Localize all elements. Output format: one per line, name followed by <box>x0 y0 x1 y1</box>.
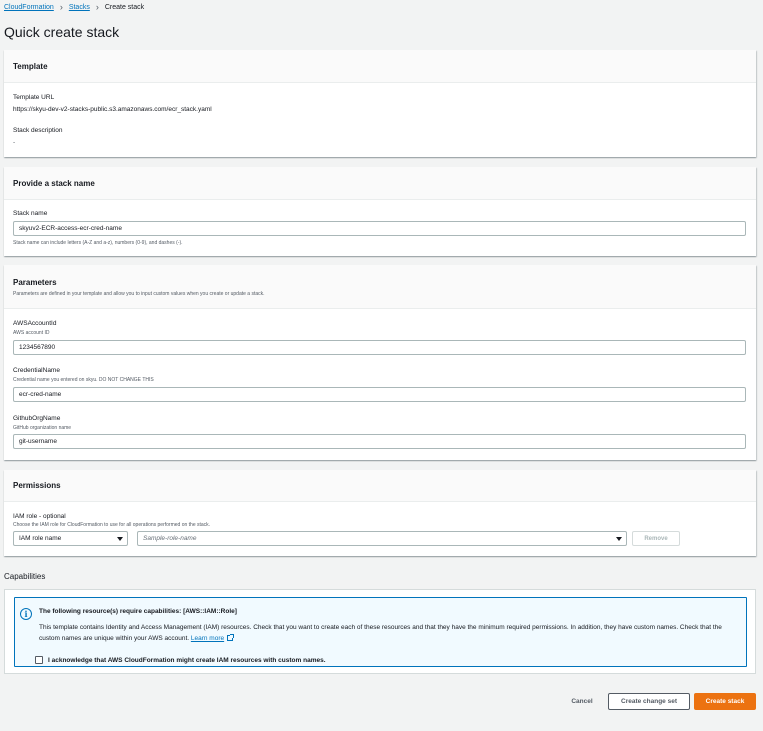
permissions-heading: Permissions <box>13 481 61 490</box>
iam-role-sublabel: Choose the IAM role for CloudFormation t… <box>13 522 211 528</box>
iam-role-name-select[interactable]: Sample-role-name <box>137 531 627 546</box>
acknowledge-checkbox[interactable] <box>35 656 43 664</box>
capabilities-panel: i The following resource(s) require capa… <box>4 589 756 674</box>
create-stack-button[interactable]: Create stack <box>694 693 756 710</box>
stack-name-panel: Provide a stack name Stack name skyuv2-E… <box>4 167 756 256</box>
breadcrumb: CloudFormation › Stacks › Create stack <box>4 2 145 12</box>
caret-down-icon <box>117 537 123 541</box>
github-org-name-input[interactable]: git-username <box>13 434 746 449</box>
caret-down-icon <box>616 537 622 541</box>
acknowledge-row[interactable]: I acknowledge that AWS CloudFormation mi… <box>35 656 326 664</box>
alert-body: This template contains Identity and Acce… <box>39 622 744 644</box>
template-url-label: Template URL <box>13 94 55 101</box>
stack-name-input[interactable]: skyuv2-ECR-access-ecr-cred-name <box>13 221 746 236</box>
breadcrumb-current: Create stack <box>104 4 145 11</box>
chevron-right-icon: › <box>59 2 63 12</box>
iam-role-name-placeholder: Sample-role-name <box>143 535 197 542</box>
template-panel: Template Template URL https://skyu-dev-v… <box>4 50 756 157</box>
remove-button[interactable]: Remove <box>632 531 680 546</box>
cancel-button[interactable]: Cancel <box>560 693 604 710</box>
credential-name-input[interactable]: ecr-cred-name <box>13 387 746 402</box>
iam-role-type-select[interactable]: IAM role name <box>13 531 128 546</box>
external-link-icon <box>227 634 235 641</box>
capabilities-alert: i The following resource(s) require capa… <box>14 597 747 667</box>
stack-name-label: Stack name <box>13 210 48 217</box>
param-sublabel: AWS account ID <box>13 330 50 336</box>
permissions-panel-header: Permissions <box>4 470 756 502</box>
stack-name-panel-header: Provide a stack name <box>4 167 756 200</box>
param-label: AWSAccountId <box>13 320 57 327</box>
alert-title: The following resource(s) require capabi… <box>39 608 237 615</box>
chevron-right-icon: › <box>95 2 99 12</box>
breadcrumb-stacks[interactable]: Stacks <box>69 4 90 11</box>
param-label: CredentialName <box>13 367 60 374</box>
stack-description-value: - <box>13 139 16 146</box>
learn-more-link[interactable]: Learn more <box>191 635 224 642</box>
iam-role-type-value: IAM role name <box>19 535 62 542</box>
page-title: Quick create stack <box>4 24 120 40</box>
stack-name-heading: Provide a stack name <box>13 178 95 188</box>
parameters-heading: Parameters <box>13 278 57 287</box>
template-url-value: https://skyu-dev-v2-stacks-public.s3.ama… <box>13 106 212 113</box>
aws-account-id-input[interactable]: 1234567890 <box>13 340 746 355</box>
stack-description-label: Stack description <box>13 127 63 134</box>
create-change-set-button[interactable]: Create change set <box>608 693 690 710</box>
template-heading: Template <box>13 61 48 71</box>
capabilities-title: Capabilities <box>4 572 46 581</box>
param-sublabel: GitHub organization name <box>13 425 72 431</box>
param-label: GithubOrgName <box>13 415 61 422</box>
iam-role-label: IAM role - optional <box>13 513 66 520</box>
parameters-description: Parameters are defined in your template … <box>13 291 265 297</box>
param-sublabel: Credential name you entered on skyu. DO … <box>13 377 154 383</box>
parameters-panel-header: Parameters Parameters are defined in you… <box>4 265 756 309</box>
stack-name-hint: Stack name can include letters (A-Z and … <box>13 240 183 246</box>
parameters-panel: Parameters Parameters are defined in you… <box>4 265 756 460</box>
template-panel-header: Template <box>4 50 756 83</box>
permissions-panel: Permissions IAM role - optional Choose t… <box>4 470 756 556</box>
info-icon: i <box>20 608 32 620</box>
alert-body-text: This template contains Identity and Acce… <box>39 624 722 642</box>
breadcrumb-cloudformation[interactable]: CloudFormation <box>4 4 54 11</box>
acknowledge-label: I acknowledge that AWS CloudFormation mi… <box>48 656 326 664</box>
